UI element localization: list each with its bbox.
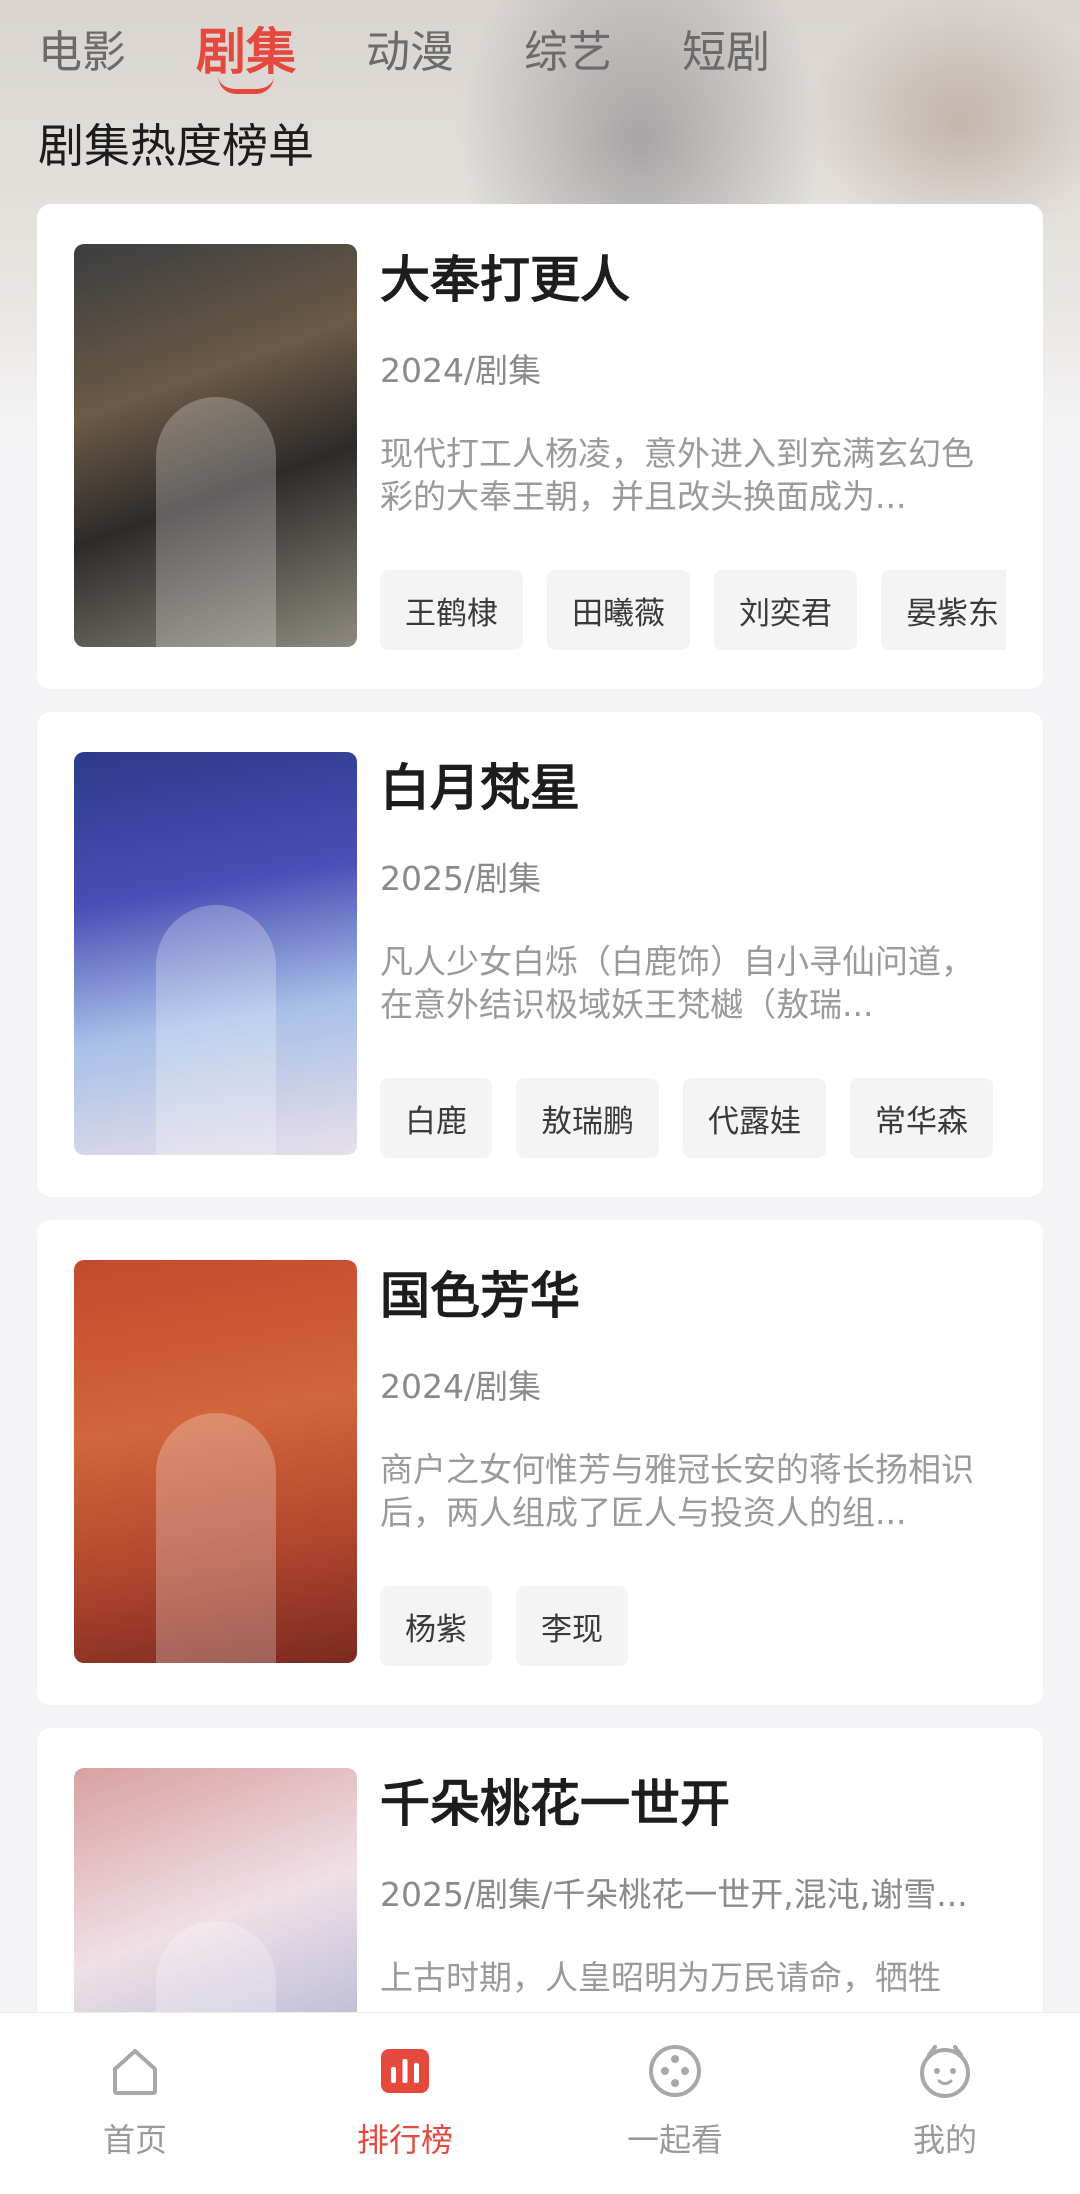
tab-label: 剧集 [196,23,296,81]
cast-tag[interactable]: 敖瑞鹏 [516,1078,659,1158]
section-title: 剧集热度榜单 [38,119,314,173]
poster-image[interactable] [74,244,357,647]
bottom-navigation: 首页 排行榜 一起看 我的 [0,2012,1080,2194]
category-tabs: 电影 剧集 动漫 综艺 短剧 [0,0,1080,96]
list-item[interactable]: 大奉打更人 2024/剧集 现代打工人杨凌，意外进入到充满玄幻色彩的大奉王朝，并… [37,204,1043,689]
nav-label: 首页 [102,2121,167,2159]
tab-variety[interactable]: 综艺 [524,0,612,96]
item-title: 大奉打更人 [380,251,630,309]
nav-home[interactable]: 首页 [0,2013,270,2194]
cast-tag[interactable]: 田曦薇 [547,570,690,650]
tab-series[interactable]: 剧集 [196,0,296,96]
nav-label: 排行榜 [356,2121,453,2159]
cast-tags: 王鹤棣 田曦薇 刘奕君 晏紫东 [380,570,1006,652]
tab-short-drama[interactable]: 短剧 [682,0,770,96]
tab-label: 短剧 [682,27,770,78]
cast-tag[interactable]: 常华森 [850,1078,993,1158]
poster-figure [155,905,276,1155]
cast-tags: 白鹿 敖瑞鹏 代露娃 常华森 [380,1078,1006,1160]
profile-icon [920,2045,970,2098]
tab-label: 电影 [38,27,126,78]
poster-figure [155,1413,276,1663]
cast-tag[interactable]: 李现 [516,1586,628,1666]
item-meta: 2024/剧集 [380,1367,542,1406]
item-description: 上古时期，人皇昭明为万民请命，牺牲 [380,1958,941,1997]
tab-label: 动漫 [366,27,454,78]
cast-tag[interactable]: 杨紫 [380,1586,492,1666]
poster-image[interactable] [74,1260,357,1663]
nav-watch-together[interactable]: 一起看 [540,2013,810,2194]
nav-label: 一起看 [626,2121,723,2159]
item-description: 现代打工人杨凌，意外进入到充满玄幻色彩的大奉王朝，并且改头换面成为... [380,434,974,516]
nav-ranking[interactable]: 排行榜 [270,2013,540,2194]
item-meta: 2025/剧集 [380,859,542,898]
poster-figure [155,397,276,647]
item-description: 商户之女何惟芳与雅冠长安的蒋长扬相识后，两人组成了匠人与投资人的组... [380,1450,974,1532]
item-title: 千朵桃花一世开 [380,1775,730,1833]
active-tab-indicator [218,76,274,94]
item-title: 国色芳华 [380,1267,580,1325]
tab-anime[interactable]: 动漫 [366,0,454,96]
item-description: 凡人少女白烁（白鹿饰）自小寻仙问道，在意外结识极域妖王梵樾（敖瑞... [380,942,974,1024]
list-item[interactable]: 白月梵星 2025/剧集 凡人少女白烁（白鹿饰）自小寻仙问道，在意外结识极域妖王… [37,712,1043,1197]
list-item[interactable]: 国色芳华 2024/剧集 商户之女何惟芳与雅冠长安的蒋长扬相识后，两人组成了匠人… [37,1220,1043,1705]
cast-tag[interactable]: 晏紫东 [881,570,1006,650]
tab-label: 综艺 [524,27,612,78]
item-meta: 2024/剧集 [380,351,542,390]
home-icon [113,2049,157,2095]
cast-tag[interactable]: 代露娃 [683,1078,826,1158]
item-meta: 2025/剧集/千朵桃花一世开,混沌,谢雪... [380,1875,968,1914]
nav-label: 我的 [912,2121,977,2159]
cast-tag[interactable]: 刘奕君 [714,570,857,650]
nav-profile[interactable]: 我的 [810,2013,1080,2194]
ranking-list: 大奉打更人 2024/剧集 现代打工人杨凌，意外进入到充满玄幻色彩的大奉王朝，并… [37,204,1043,2194]
item-title: 白月梵星 [380,759,580,817]
tab-movies[interactable]: 电影 [38,0,126,96]
poster-image[interactable] [74,752,357,1155]
cast-tags: 杨紫 李现 [380,1586,1006,1668]
watch-together-icon [649,2045,701,2097]
ranking-icon [381,2049,429,2093]
cast-tag[interactable]: 王鹤棣 [380,570,523,650]
cast-tag[interactable]: 白鹿 [380,1078,492,1158]
